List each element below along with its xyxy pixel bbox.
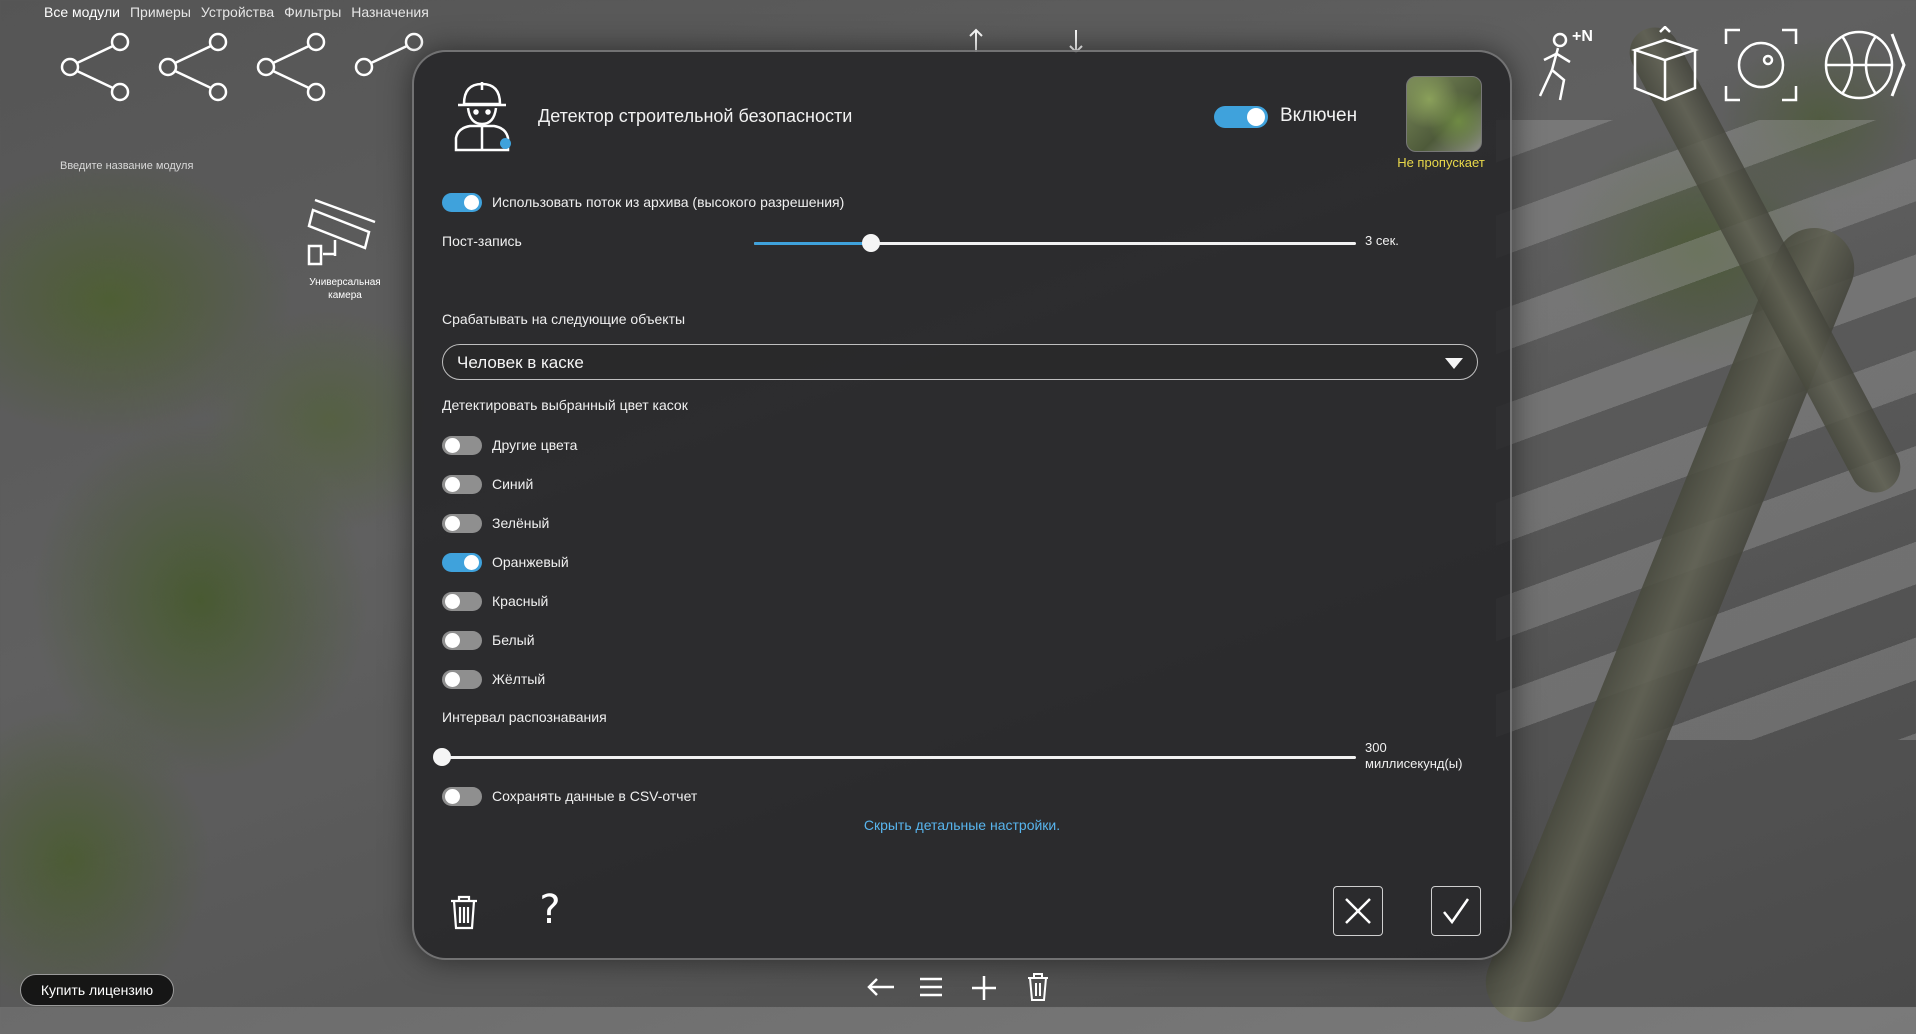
close-icon xyxy=(1345,898,1371,924)
interval-value: 300 миллисекунд(ы) xyxy=(1365,740,1462,772)
interval-slider-knob[interactable] xyxy=(433,748,451,766)
nav-all-modules[interactable]: Все модули xyxy=(44,4,120,20)
interval-value-number: 300 xyxy=(1365,740,1387,755)
dialog-title: Детектор строительной безопасности xyxy=(538,106,853,126)
color-toggle-red[interactable] xyxy=(442,592,482,611)
camera-node-label-2: камера xyxy=(328,290,362,301)
delete-button[interactable] xyxy=(444,890,484,934)
camera-node[interactable]: Универсальная камера xyxy=(300,196,390,301)
post-record-slider-fill xyxy=(754,242,871,245)
cancel-button[interactable] xyxy=(1333,886,1383,936)
box-icon[interactable] xyxy=(1630,26,1700,104)
checkmark-icon xyxy=(1443,898,1470,925)
buy-license-button[interactable]: Купить лицензию xyxy=(20,974,174,1006)
csv-label: Сохранять данные в CSV-отчет xyxy=(492,788,698,804)
color-toggle-white[interactable] xyxy=(442,631,482,650)
color-label-blue: Синий xyxy=(492,476,534,492)
post-record-slider-knob[interactable] xyxy=(862,234,880,252)
module-name-input[interactable]: Введите название модуля xyxy=(60,160,193,172)
question-icon: ? xyxy=(539,887,561,933)
trash-icon xyxy=(451,895,477,930)
share-icon[interactable] xyxy=(254,30,330,104)
running-person-icon[interactable] xyxy=(1530,30,1606,104)
share-icon[interactable] xyxy=(58,30,134,104)
trash-icon[interactable] xyxy=(1026,972,1050,1002)
camera-node-label: Универсальная xyxy=(309,277,381,288)
csv-toggle[interactable] xyxy=(442,787,482,806)
share-icon[interactable] xyxy=(156,30,232,104)
nav-examples[interactable]: Примеры xyxy=(130,4,191,20)
color-toggle-blue[interactable] xyxy=(442,475,482,494)
status-dot xyxy=(500,138,511,149)
nav-assignments[interactable]: Назначения xyxy=(351,4,429,20)
color-label-orange: Оранжевый xyxy=(492,554,569,570)
bottom-toolbar xyxy=(860,970,1060,1004)
color-toggle-other[interactable] xyxy=(442,436,482,455)
status-label: Не пропускает xyxy=(1397,155,1485,170)
objects-select-value: Человек в каске xyxy=(457,353,584,372)
color-label-yellow: Жёлтый xyxy=(492,671,546,687)
chevron-down-icon xyxy=(1445,358,1463,369)
nav-filters[interactable]: Фильтры xyxy=(284,4,341,20)
color-label-other: Другие цвета xyxy=(492,437,578,453)
archive-stream-toggle[interactable] xyxy=(442,193,482,212)
camera-preview-thumbnail[interactable] xyxy=(1406,76,1482,152)
toolbar-badge: +N xyxy=(1572,28,1593,45)
arrow-left-icon[interactable] xyxy=(866,976,896,998)
camera-icon xyxy=(307,198,376,266)
post-record-value: 3 сек. xyxy=(1365,233,1399,248)
objects-select[interactable]: Человек в каске xyxy=(442,344,1478,380)
color-toggle-yellow[interactable] xyxy=(442,670,482,689)
enabled-toggle[interactable] xyxy=(1214,106,1268,128)
face-scan-icon[interactable] xyxy=(1724,28,1798,102)
confirm-button[interactable] xyxy=(1431,886,1481,936)
menu-icon[interactable] xyxy=(918,976,944,998)
color-toggle-orange[interactable] xyxy=(442,553,482,572)
basketball-icon[interactable] xyxy=(1822,28,1896,102)
detector-settings-dialog: Детектор строительной безопасности Включ… xyxy=(412,50,1512,960)
interval-slider-track[interactable] xyxy=(442,756,1356,759)
nav-devices[interactable]: Устройства xyxy=(201,4,274,20)
plus-icon[interactable] xyxy=(970,974,998,1002)
archive-stream-label: Использовать поток из архива (высокого р… xyxy=(492,194,845,210)
color-toggle-green[interactable] xyxy=(442,514,482,533)
chevron-right-icon[interactable] xyxy=(1888,30,1908,100)
color-label-green: Зелёный xyxy=(492,515,550,531)
color-label-red: Красный xyxy=(492,593,549,609)
objects-label: Срабатывать на следующие объекты xyxy=(442,311,686,327)
enabled-label: Включен xyxy=(1280,105,1358,126)
top-nav: Все модули Примеры Устройства Фильтры На… xyxy=(44,4,429,20)
help-button[interactable]: ? xyxy=(530,886,570,934)
color-label-white: Белый xyxy=(492,632,535,648)
post-record-label: Пост-запись xyxy=(442,233,522,249)
hide-details-link[interactable]: Скрыть детальные настройки. xyxy=(414,817,1510,833)
interval-value-unit: миллисекунд(ы) xyxy=(1365,756,1463,771)
colors-label: Детектировать выбранный цвет касок xyxy=(442,397,688,413)
interval-label: Интервал распознавания xyxy=(442,709,607,725)
